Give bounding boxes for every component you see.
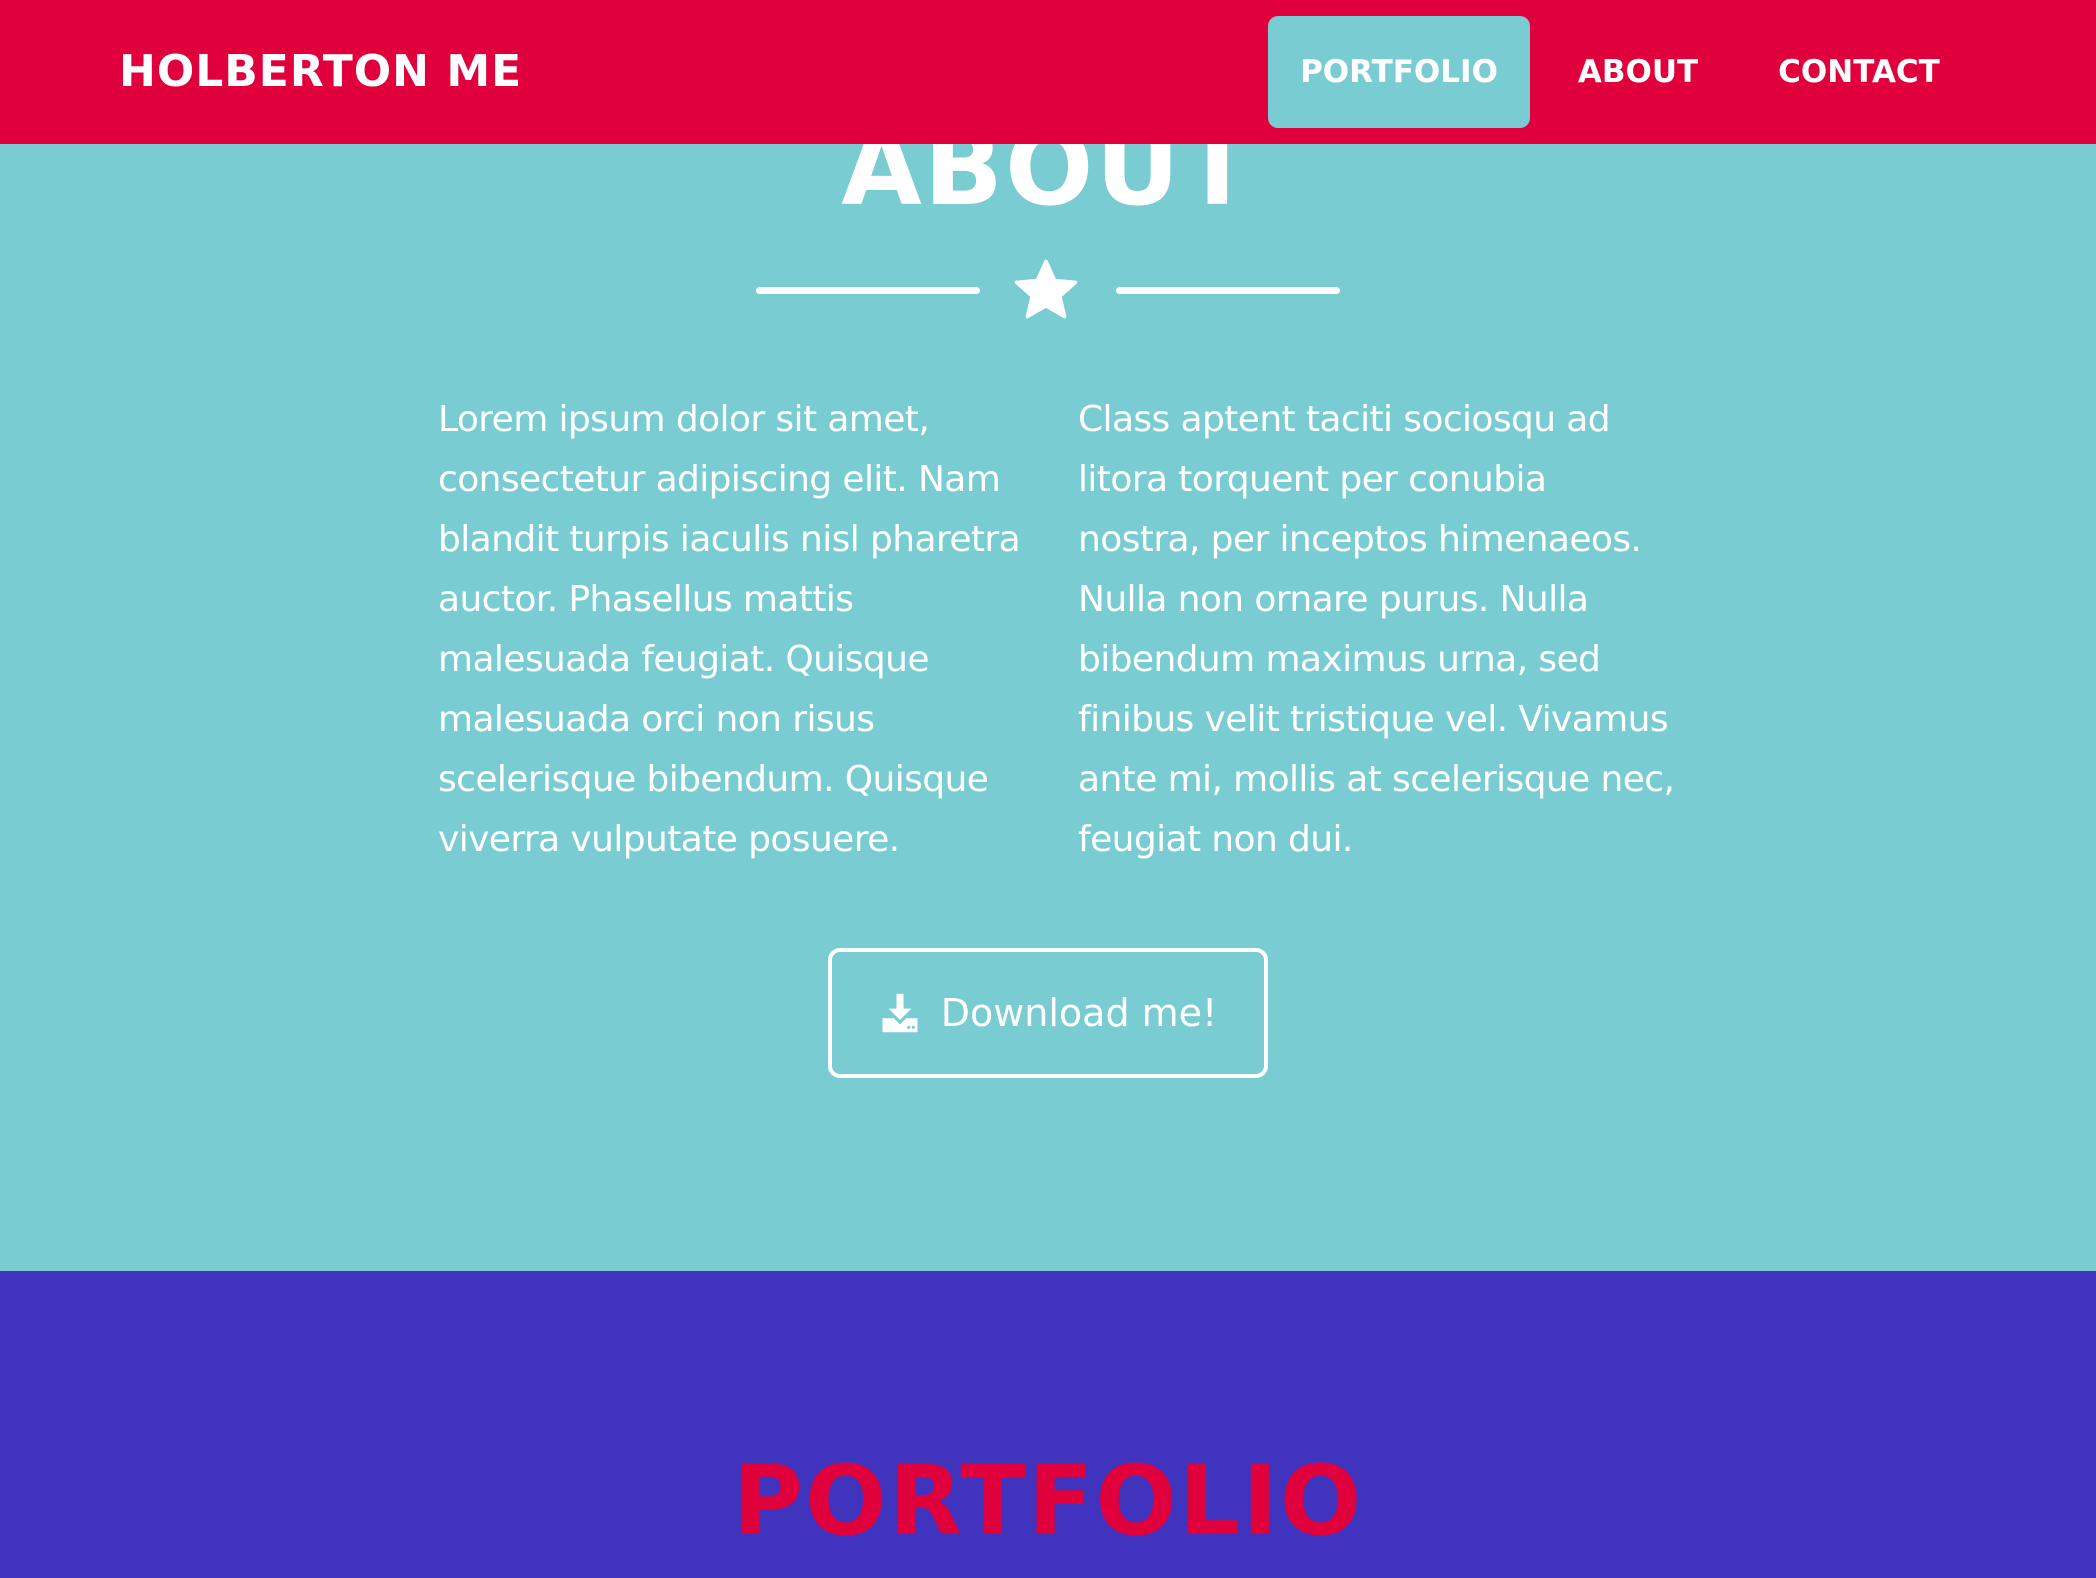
portfolio-title: PORTFOLIO <box>732 1445 1364 1557</box>
about-paragraph-left: Lorem ipsum dolor sit amet, consectetur … <box>438 399 1021 860</box>
star-icon <box>1014 259 1078 319</box>
nav-link-portfolio[interactable]: PORTFOLIO <box>1268 16 1530 128</box>
divider-line-left <box>756 287 980 294</box>
divider-line-right <box>1116 287 1340 294</box>
portfolio-section: PORTFOLIO <box>0 1271 2096 1578</box>
navbar: HOLBERTON ME PORTFOLIO ABOUT CONTACT <box>0 0 2096 144</box>
nav-links: PORTFOLIO ABOUT CONTACT <box>1268 16 1972 128</box>
download-button[interactable]: Download me! <box>828 948 1268 1078</box>
brand-logo[interactable]: HOLBERTON ME <box>119 0 522 144</box>
about-paragraph-right: Class aptent taciti sociosqu ad litora t… <box>1078 399 1675 860</box>
nav-link-contact[interactable]: CONTACT <box>1746 16 1972 128</box>
about-section: ABOUT Lorem ipsum dolor sit amet, consec… <box>0 0 2096 1271</box>
nav-link-about[interactable]: ABOUT <box>1530 16 1746 128</box>
download-button-label: Download me! <box>940 991 1218 1035</box>
download-icon <box>882 993 918 1033</box>
